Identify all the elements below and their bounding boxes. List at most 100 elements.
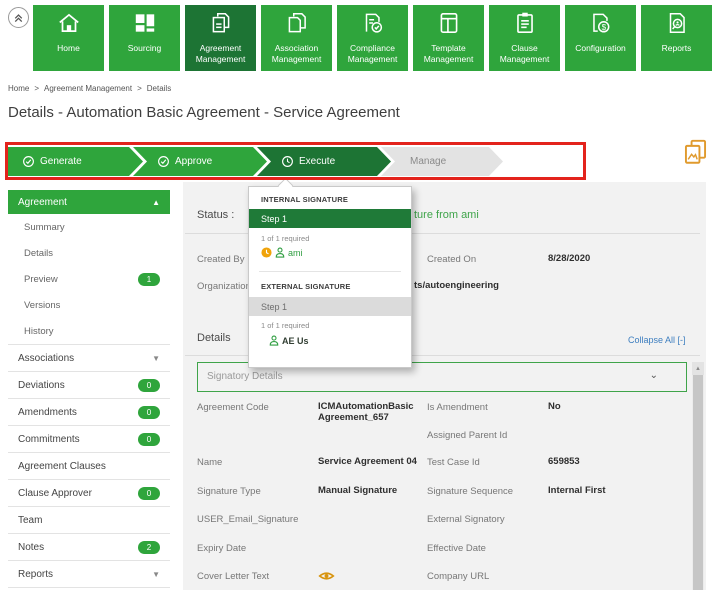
breadcrumb-separator: > <box>137 84 142 93</box>
tile-label: Configuration <box>567 43 634 54</box>
sidebar-item-deviations[interactable]: Deviations 0 <box>8 372 170 399</box>
sidebar-sublist: Summary Details Preview 1 Versions Histo… <box>8 214 170 345</box>
sidebar-item-versions[interactable]: Versions <box>8 292 170 318</box>
count-badge: 0 <box>138 433 160 446</box>
count-badge: 1 <box>138 273 160 286</box>
tile-compliance-management[interactable]: Compliance Management <box>337 5 408 71</box>
scroll-up-arrow-icon[interactable]: ▲ <box>692 362 704 375</box>
field-label: External Signatory <box>427 514 505 525</box>
sidebar-item-label: Associations <box>18 353 74 364</box>
sidebar-item-team[interactable]: Team <box>8 507 170 534</box>
created-by-label: Created By <box>197 254 245 265</box>
configuration-doc-dollar-icon: $ <box>565 10 636 36</box>
internal-signature-header: INTERNAL SIGNATURE <box>261 195 348 204</box>
check-circle-icon <box>22 155 35 168</box>
breadcrumb-home[interactable]: Home <box>8 84 29 93</box>
field-label: Company URL <box>427 571 489 582</box>
field-label: Signature Type <box>197 486 261 497</box>
status-value: ture from ami <box>414 209 479 221</box>
sidebar-item-label: Deviations <box>18 380 65 391</box>
breadcrumb-agreement-management[interactable]: Agreement Management <box>44 84 132 93</box>
tile-label: Association Management <box>263 43 330 64</box>
details-section-header: Details <box>197 332 231 344</box>
external-signer-row[interactable]: AE Us <box>269 335 309 346</box>
organization-value: ts/autoengineering <box>414 280 499 291</box>
sidebar-item-commitments[interactable]: Commitments 0 <box>8 426 170 453</box>
stage-label: Execute <box>299 156 335 167</box>
chevron-up-icon: ▲ <box>152 198 160 207</box>
sidebar-item-associations[interactable]: Associations ▼ <box>8 345 170 372</box>
signature-steps-popup: INTERNAL SIGNATURE Step 1 1 of 1 require… <box>248 186 412 368</box>
copy-document-icon[interactable] <box>682 138 709 170</box>
tile-sourcing[interactable]: Sourcing <box>109 5 180 71</box>
module-tilebar: Home Sourcing Agreement Management <box>33 5 712 71</box>
tile-configuration[interactable]: $ Configuration <box>565 5 636 71</box>
stage-approve[interactable]: Approve <box>133 147 267 176</box>
step-label: Step 1 <box>261 214 287 224</box>
compliance-check-doc-icon <box>337 10 408 36</box>
created-on-label: Created On <box>427 254 476 265</box>
sidebar-item-label: Notes <box>18 542 44 553</box>
field-label: Assigned Parent Id <box>427 430 507 441</box>
workflow-stagebar: Generate Approve Execute Manage <box>8 147 528 176</box>
field-value: No <box>548 401 561 412</box>
vertical-scrollbar[interactable]: ▲ <box>692 362 704 590</box>
signer-name: AE Us <box>282 336 309 346</box>
sidebar-item-summary[interactable]: Summary <box>8 214 170 240</box>
count-badge: 0 <box>138 487 160 500</box>
sidebar-item-label: Versions <box>24 300 60 311</box>
tile-label: Clause Management <box>491 43 558 64</box>
template-layout-icon <box>413 10 484 36</box>
field-value: Internal First <box>548 485 606 496</box>
sidebar-item-preview[interactable]: Preview 1 <box>8 266 170 292</box>
breadcrumb: Home > Agreement Management > Details <box>8 84 171 93</box>
collapse-tilebar-button[interactable] <box>8 7 29 28</box>
external-step-row[interactable]: Step 1 <box>249 297 411 316</box>
field-value: ICMAutomationBasic Agreement_657 <box>318 401 428 423</box>
sidebar-item-label: Summary <box>24 222 65 233</box>
sidebar-section-agreement[interactable]: Agreement ▲ <box>8 190 170 214</box>
stage-manage[interactable]: Manage <box>381 147 503 176</box>
tile-label: Sourcing <box>111 43 178 54</box>
tile-template-management[interactable]: Template Management <box>413 5 484 71</box>
signer-name: ami <box>288 248 303 258</box>
preview-eye-icon[interactable] <box>318 569 335 587</box>
internal-required-text: 1 of 1 required <box>261 234 309 243</box>
tile-agreement-management[interactable]: Agreement Management <box>185 5 256 71</box>
tile-reports[interactable]: Reports <box>641 5 712 71</box>
sidebar-item-notes[interactable]: Notes 2 <box>8 534 170 561</box>
field-label: Expiry Date <box>197 543 246 554</box>
sidebar-item-label: Amendments <box>18 407 77 418</box>
organization-label: Organization <box>197 281 251 292</box>
collapse-all-link[interactable]: Collapse All [-] <box>628 335 686 345</box>
sidebar-item-amendments[interactable]: Amendments 0 <box>8 399 170 426</box>
field-value: 659853 <box>548 456 580 467</box>
scrollbar-thumb[interactable] <box>693 375 703 590</box>
tile-label: Reports <box>643 43 710 54</box>
sidebar-item-history[interactable]: History <box>8 318 170 344</box>
field-label: Is Amendment <box>427 402 488 413</box>
sidebar-item-reports[interactable]: Reports ▼ <box>8 561 170 588</box>
sidebar-item-agreement-clauses[interactable]: Agreement Clauses <box>8 453 170 480</box>
agreement-doc-icon <box>185 10 256 36</box>
sidebar-item-label: Agreement Clauses <box>18 461 106 472</box>
clause-clipboard-icon <box>489 10 560 36</box>
field-label: Name <box>197 457 222 468</box>
stage-generate[interactable]: Generate <box>8 147 143 176</box>
tile-label: Agreement Management <box>187 43 254 64</box>
internal-step-row[interactable]: Step 1 <box>249 209 411 228</box>
stage-execute[interactable]: Execute <box>257 147 391 176</box>
field-value: Manual Signature <box>318 485 397 496</box>
field-label: Effective Date <box>427 543 486 554</box>
divider <box>259 271 401 272</box>
tile-association-management[interactable]: Association Management <box>261 5 332 71</box>
internal-signer-row[interactable]: ami <box>261 247 303 258</box>
count-badge: 2 <box>138 541 160 554</box>
chevron-down-icon: ▼ <box>152 354 160 363</box>
tile-clause-management[interactable]: Clause Management <box>489 5 560 71</box>
sidebar-item-details[interactable]: Details <box>8 240 170 266</box>
sidebar-item-clause-approver[interactable]: Clause Approver 0 <box>8 480 170 507</box>
sidebar-item-label: Team <box>18 515 42 526</box>
stage-label: Generate <box>40 156 82 167</box>
tile-home[interactable]: Home <box>33 5 104 71</box>
